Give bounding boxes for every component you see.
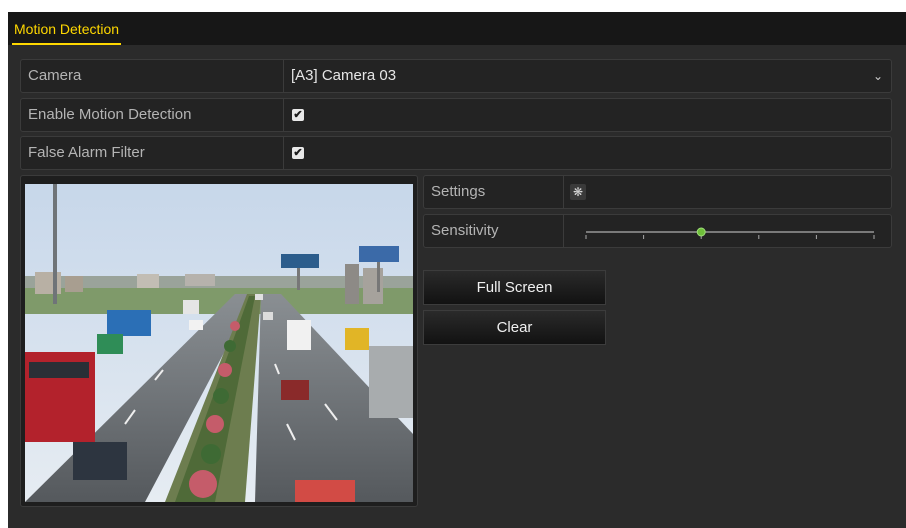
sensitivity-row: Sensitivity xyxy=(423,214,892,248)
enable-motion-checkbox[interactable]: ✔ xyxy=(292,109,304,121)
motion-detection-panel: Motion Detection Camera [A3] Camera 03 ⌄… xyxy=(8,12,906,528)
enable-motion-field: ✔ xyxy=(285,99,891,131)
false-alarm-checkbox[interactable]: ✔ xyxy=(292,147,304,159)
false-alarm-field: ✔ xyxy=(285,137,891,169)
video-preview-frame xyxy=(20,175,418,507)
clear-button[interactable]: Clear xyxy=(423,310,606,345)
camera-row: Camera [A3] Camera 03 ⌄ xyxy=(20,59,892,93)
full-screen-button[interactable]: Full Screen xyxy=(423,270,606,305)
false-alarm-row: False Alarm Filter ✔ xyxy=(20,136,892,170)
false-alarm-label: False Alarm Filter xyxy=(21,137,284,169)
sensitivity-label: Sensitivity xyxy=(424,215,564,247)
settings-row: Settings ❋ xyxy=(423,175,892,209)
enable-motion-label: Enable Motion Detection xyxy=(21,99,284,131)
gear-icon[interactable]: ❋ xyxy=(570,184,586,200)
sensitivity-slider[interactable] xyxy=(578,219,882,245)
camera-select[interactable]: [A3] Camera 03 ⌄ xyxy=(285,60,891,92)
tab-bar: Motion Detection xyxy=(8,12,906,45)
camera-value: [A3] Camera 03 xyxy=(291,67,397,84)
tab-motion-detection[interactable]: Motion Detection xyxy=(12,19,122,45)
settings-label: Settings xyxy=(424,176,564,208)
camera-preview[interactable] xyxy=(25,184,413,502)
chevron-down-icon: ⌄ xyxy=(872,69,883,83)
enable-motion-row: Enable Motion Detection ✔ xyxy=(20,98,892,132)
slider-knob[interactable] xyxy=(696,227,706,237)
camera-label: Camera xyxy=(21,60,284,92)
